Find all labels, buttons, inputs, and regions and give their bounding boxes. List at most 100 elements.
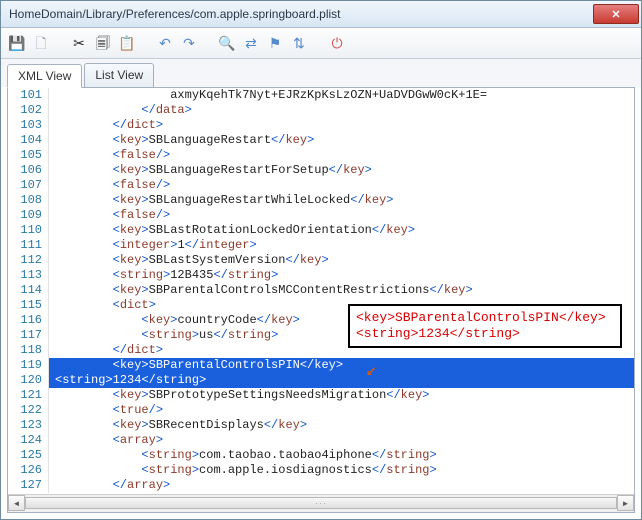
- line-content: <array>: [49, 433, 634, 448]
- scroll-left-button[interactable]: ◄: [8, 495, 25, 511]
- line-number: 120: [8, 373, 49, 388]
- line-content: <key>SBLanguageRestartWhileLocked</key>: [49, 193, 634, 208]
- code-line[interactable]: 113 <string>12B435</string>: [8, 268, 634, 283]
- line-number: 107: [8, 178, 49, 193]
- code-line[interactable]: 112 <key>SBLastSystemVersion</key>: [8, 253, 634, 268]
- copy-icon[interactable]: 🗐: [95, 35, 111, 51]
- save-icon[interactable]: 💾: [9, 35, 25, 51]
- code-line[interactable]: 104 <key>SBLanguageRestart</key>: [8, 133, 634, 148]
- line-content: <key>SBParentalControlsPIN</key>: [49, 358, 634, 373]
- line-number: 106: [8, 163, 49, 178]
- horizontal-scrollbar[interactable]: ◄ ··· ►: [8, 494, 634, 512]
- line-content: </dict>: [49, 118, 634, 133]
- window-title: HomeDomain/Library/Preferences/com.apple…: [9, 7, 593, 21]
- code-line[interactable]: 105 <false/>: [8, 148, 634, 163]
- find-icon[interactable]: 🔍: [219, 35, 235, 51]
- undo-icon[interactable]: ↶: [157, 35, 173, 51]
- code-line[interactable]: 106 <key>SBLanguageRestartForSetup</key>: [8, 163, 634, 178]
- line-number: 115: [8, 298, 49, 313]
- line-content: <key>SBParentalControlsMCContentRestrict…: [49, 283, 634, 298]
- line-content: </data>: [49, 103, 634, 118]
- line-content: <false/>: [49, 178, 634, 193]
- tabs-area: XML View List View: [1, 59, 641, 87]
- editor-container: <key>SBParentalControlsPIN</key> <string…: [7, 87, 635, 513]
- code-line[interactable]: 108 <key>SBLanguageRestartWhileLocked</k…: [8, 193, 634, 208]
- code-line[interactable]: 101 axmyKqehTk7Nyt+EJRzKpKsLzOZN+UaDVDGw…: [8, 88, 634, 103]
- line-content: <string>12B435</string>: [49, 268, 634, 283]
- line-number: 125: [8, 448, 49, 463]
- line-number: 118: [8, 343, 49, 358]
- code-line[interactable]: 114 <key>SBParentalControlsMCContentRest…: [8, 283, 634, 298]
- paste-icon[interactable]: 📋: [119, 35, 135, 51]
- redo-icon[interactable]: ↷: [181, 35, 197, 51]
- tab-list-view[interactable]: List View: [84, 63, 154, 87]
- code-line[interactable]: 107 <false/>: [8, 178, 634, 193]
- line-content: <false/>: [49, 208, 634, 223]
- line-number: 117: [8, 328, 49, 343]
- line-number: 101: [8, 88, 49, 103]
- line-number: 127: [8, 478, 49, 493]
- line-number: 105: [8, 148, 49, 163]
- line-content: <key>SBRecentDisplays</key>: [49, 418, 634, 433]
- titlebar: HomeDomain/Library/Preferences/com.apple…: [1, 1, 641, 28]
- app-window: HomeDomain/Library/Preferences/com.apple…: [0, 0, 642, 520]
- line-number: 116: [8, 313, 49, 328]
- code-line[interactable]: 109 <false/>: [8, 208, 634, 223]
- line-number: 121: [8, 388, 49, 403]
- close-icon: ✕: [611, 8, 620, 21]
- line-content: <string>com.taobao.taobao4iphone</string…: [49, 448, 634, 463]
- code-line[interactable]: 127 </array>: [8, 478, 634, 493]
- line-number: 109: [8, 208, 49, 223]
- code-line[interactable]: 122 <true/>: [8, 403, 634, 418]
- code-editor[interactable]: <key>SBParentalControlsPIN</key> <string…: [8, 88, 634, 494]
- code-line[interactable]: 126 <string>com.apple.iosdiagnostics</st…: [8, 463, 634, 478]
- code-line[interactable]: 124 <array>: [8, 433, 634, 448]
- line-number: 124: [8, 433, 49, 448]
- line-content: <false/>: [49, 148, 634, 163]
- callout-box: <key>SBParentalControlsPIN</key> <string…: [348, 304, 622, 348]
- line-number: 126: [8, 463, 49, 478]
- line-content: <key>SBPrototypeSettingsNeedsMigration</…: [49, 388, 634, 403]
- code-line[interactable]: 102 </data>: [8, 103, 634, 118]
- line-number: 108: [8, 193, 49, 208]
- line-number: 104: [8, 133, 49, 148]
- code-line[interactable]: 121 <key>SBPrototypeSettingsNeedsMigrati…: [8, 388, 634, 403]
- bookmark-icon[interactable]: ⚑: [267, 35, 283, 51]
- line-content: axmyKqehTk7Nyt+EJRzKpKsLzOZN+UaDVDGwW0cK…: [49, 88, 634, 103]
- code-line[interactable]: 103 </dict>: [8, 118, 634, 133]
- new-icon[interactable]: 🗋: [33, 35, 49, 51]
- scroll-thumb[interactable]: ···: [25, 497, 617, 509]
- line-content: <true/>: [49, 403, 634, 418]
- line-content: <string>com.apple.iosdiagnostics</string…: [49, 463, 634, 478]
- code-line[interactable]: 125 <string>com.taobao.taobao4iphone</st…: [8, 448, 634, 463]
- line-content: <key>SBLastRotationLockedOrientation</ke…: [49, 223, 634, 238]
- code-line[interactable]: 120<string>1234</string>: [8, 373, 634, 388]
- line-number: 122: [8, 403, 49, 418]
- cut-icon[interactable]: ✂: [71, 35, 87, 51]
- scroll-right-button[interactable]: ►: [617, 495, 634, 511]
- line-content: <key>SBLanguageRestartForSetup</key>: [49, 163, 634, 178]
- replace-icon[interactable]: ⇄: [243, 35, 259, 51]
- line-content: </array>: [49, 478, 634, 493]
- line-number: 110: [8, 223, 49, 238]
- arrow-annotation: ↙: [366, 364, 377, 379]
- code-line[interactable]: 110 <key>SBLastRotationLockedOrientation…: [8, 223, 634, 238]
- tabs: XML View List View: [7, 63, 635, 87]
- code-line[interactable]: 119 <key>SBParentalControlsPIN</key>: [8, 358, 634, 373]
- close-button[interactable]: ✕: [593, 4, 639, 24]
- sort-icon[interactable]: ⇅: [291, 35, 307, 51]
- line-number: 113: [8, 268, 49, 283]
- line-number: 103: [8, 118, 49, 133]
- line-content: <string>1234</string>: [49, 373, 634, 388]
- line-number: 112: [8, 253, 49, 268]
- tab-xml-view[interactable]: XML View: [7, 64, 82, 88]
- line-content: <key>SBLanguageRestart</key>: [49, 133, 634, 148]
- line-number: 119: [8, 358, 49, 373]
- stop-icon[interactable]: ⏻: [329, 35, 345, 51]
- line-number: 102: [8, 103, 49, 118]
- code-line[interactable]: 111 <integer>1</integer>: [8, 238, 634, 253]
- line-content: <integer>1</integer>: [49, 238, 634, 253]
- callout-line-2: <string>1234</string>: [356, 326, 614, 342]
- code-line[interactable]: 123 <key>SBRecentDisplays</key>: [8, 418, 634, 433]
- toolbar: 💾 🗋 ✂ 🗐 📋 ↶ ↷ 🔍 ⇄ ⚑ ⇅ ⏻: [1, 28, 641, 59]
